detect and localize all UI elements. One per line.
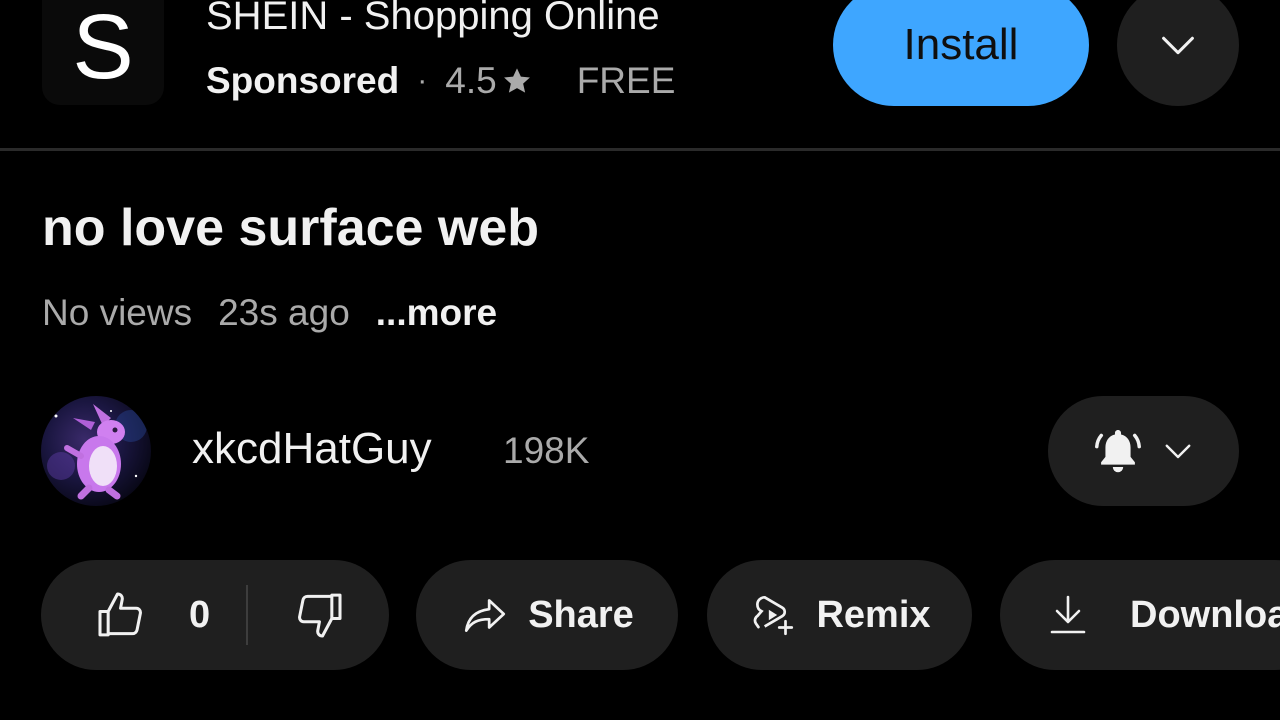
star-icon [503,68,530,93]
ad-price: FREE [576,60,676,101]
thumbs-down-icon [297,593,342,638]
ad-expand-button[interactable] [1117,0,1239,106]
subscription-notifications-button[interactable] [1048,396,1239,506]
share-label: Share [528,593,634,636]
ad-meta: Sponsored · 4.5 FREE [206,60,675,102]
share-arrow-icon [465,599,506,632]
channel-name[interactable]: xkcdHatGuy [192,424,432,474]
download-icon [1050,595,1086,634]
thumbs-up-icon [98,592,142,637]
channel-avatar[interactable] [41,396,151,506]
meta-separator: · [417,64,428,97]
remix-label: Remix [816,593,931,636]
view-count: No views [42,292,193,333]
share-button[interactable]: Share [416,560,678,670]
bell-icon [1094,429,1141,473]
download-label: Downloa [1130,593,1280,636]
ad-rating: 4.5 [445,60,497,101]
upload-age: 23s ago [218,292,350,333]
install-button[interactable]: Install [833,0,1089,106]
like-button[interactable]: 0 [41,560,246,670]
more-link[interactable]: ...more [376,292,497,334]
ad-title[interactable]: SHEIN - Shopping Online [206,0,660,39]
subscriber-count: 198K [503,430,590,471]
remix-icon [754,595,794,636]
sponsored-label: Sponsored [206,60,400,101]
dislike-button[interactable] [248,560,389,670]
purple-creature-avatar [41,396,151,506]
install-label: Install [903,20,1019,69]
chevron-down-icon [1162,36,1194,55]
ad-app-logo[interactable]: S [42,0,164,105]
section-divider [0,148,1280,151]
video-meta[interactable]: No views 23s ago ...more [42,292,497,334]
download-button[interactable]: Downloa [1000,560,1280,670]
like-dislike-group: 0 [41,560,389,670]
ad-logo-letter: S [72,0,134,98]
like-count: 0 [189,593,211,636]
video-title[interactable]: no love surface web [42,198,539,258]
remix-button[interactable]: Remix [707,560,972,670]
chevron-down-icon [1165,444,1190,459]
